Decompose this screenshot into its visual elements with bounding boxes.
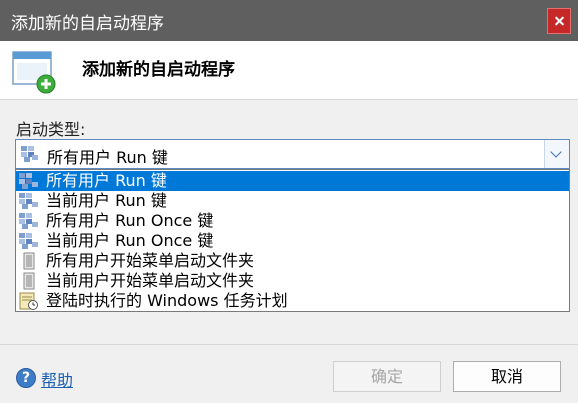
dropdown-option[interactable]: 当前用户 Run 键 (16, 191, 569, 211)
footer-divider (0, 344, 578, 345)
ok-button[interactable]: 确定 (333, 361, 441, 392)
help-icon[interactable]: ? (16, 368, 36, 388)
dropdown-option-label: 当前用户开始菜单启动文件夹 (46, 271, 255, 290)
window-title: 添加新的自启动程序 (11, 14, 164, 34)
dropdown-option[interactable]: 所有用户 Run Once 键 (16, 211, 569, 231)
dropdown-option-label: 所有用户开始菜单启动文件夹 (46, 251, 255, 270)
dropdown-option[interactable]: 所有用户开始菜单启动文件夹 (16, 251, 569, 271)
registry-icon (19, 193, 38, 209)
startup-type-dropdown-list: 所有用户 Run 键 当前用户 Run 键 所有用户 Run Once 键 当前… (15, 169, 570, 312)
help-link[interactable]: 帮助 (41, 367, 73, 391)
dropdown-option-label: 登陆时执行的 Windows 任务计划 (46, 291, 288, 310)
cancel-button[interactable]: 取消 (453, 361, 561, 392)
startup-type-combobox[interactable]: 所有用户 Run 键 (15, 139, 570, 169)
title-bar: 添加新的自启动程序 (0, 0, 578, 41)
close-button[interactable] (547, 8, 571, 34)
chevron-down-icon[interactable] (544, 140, 569, 168)
registry-icon (19, 213, 38, 229)
dropdown-option[interactable]: 登陆时执行的 Windows 任务计划 (16, 291, 569, 311)
header-title: 添加新的自启动程序 (82, 60, 235, 80)
startup-folder-icon (23, 252, 35, 270)
add-program-window-icon (12, 51, 56, 94)
dialog-header: 添加新的自启动程序 (0, 41, 578, 100)
dropdown-option[interactable]: 当前用户开始菜单启动文件夹 (16, 271, 569, 291)
startup-folder-icon (23, 272, 35, 290)
dropdown-option[interactable]: 当前用户 Run Once 键 (16, 231, 569, 251)
registry-icon (19, 173, 38, 189)
task-scheduler-icon (19, 292, 38, 310)
dropdown-option-label: 所有用户 Run Once 键 (46, 211, 214, 230)
dropdown-option-label: 当前用户 Run 键 (46, 191, 167, 210)
dropdown-option-label: 所有用户 Run 键 (46, 171, 167, 190)
combobox-selected-value: 所有用户 Run 键 (47, 148, 168, 167)
startup-type-label: 启动类型: (16, 120, 86, 139)
dropdown-option[interactable]: 所有用户 Run 键 (16, 171, 569, 191)
registry-icon (21, 146, 38, 162)
dropdown-option-label: 当前用户 Run Once 键 (46, 231, 214, 250)
registry-icon (19, 233, 38, 249)
